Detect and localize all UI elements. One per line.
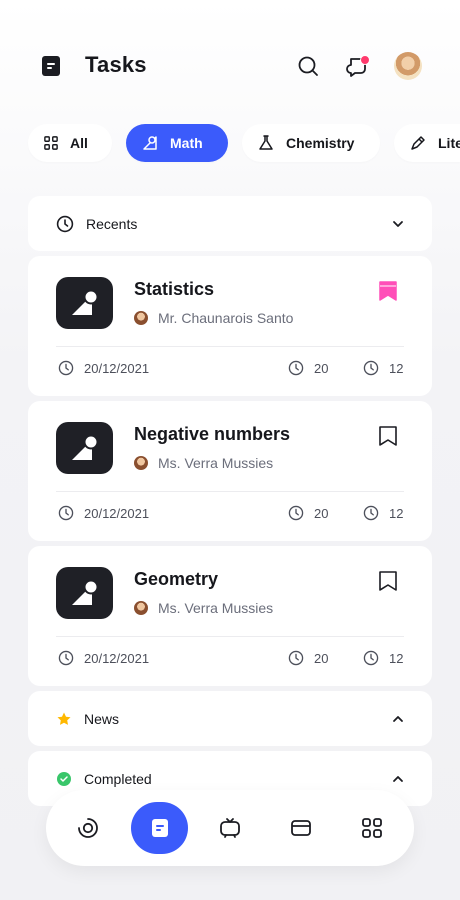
document-icon (42, 56, 60, 76)
task-icon (56, 422, 113, 474)
task-date: 20/12/2021 (58, 360, 149, 376)
chevron-up-icon[interactable] (392, 713, 404, 725)
teacher-name: Mr. Chaunarois Santo (158, 310, 294, 326)
clock-icon (363, 360, 379, 376)
task-count-a: 20 (288, 505, 328, 521)
count-a-text: 20 (314, 650, 329, 666)
task-card-geometry[interactable]: Geometry Ms. Verra Mussies 20/12/2021 20… (28, 546, 432, 686)
notification-dot (360, 55, 370, 65)
pencil-icon (411, 136, 425, 150)
teacher-name: Ms. Verra Mussies (158, 600, 274, 616)
clock-icon (58, 650, 74, 666)
count-a-text: 20 (314, 360, 329, 376)
task-date: 20/12/2021 (58, 650, 149, 666)
teacher: Mr. Chaunarois Santo (134, 310, 293, 326)
chip-label-math: Math (170, 135, 203, 151)
teacher: Ms. Verra Mussies (134, 455, 273, 471)
nav-tasks-button[interactable] (131, 802, 188, 854)
recents-label: Recents (86, 215, 138, 232)
teacher-avatar (134, 601, 148, 615)
grid-icon (44, 136, 58, 150)
divider (56, 636, 404, 637)
teacher-avatar (134, 456, 148, 470)
task-count-b: 12 (363, 505, 403, 521)
document-icon (151, 819, 168, 837)
count-a-text: 20 (314, 505, 329, 521)
date-text: 20/12/2021 (84, 505, 150, 521)
clock-icon (58, 360, 74, 376)
date-text: 20/12/2021 (84, 650, 150, 666)
avatar[interactable] (394, 52, 422, 80)
check-circle-icon (57, 771, 71, 786)
recents-row[interactable]: Recents (28, 196, 432, 251)
task-title: Statistics (134, 279, 215, 299)
task-title: Negative numbers (134, 424, 291, 444)
teacher: Ms. Verra Mussies (134, 600, 273, 616)
clock-icon (288, 505, 304, 521)
count-b-text: 12 (389, 360, 404, 376)
chip-label-chemistry: Chemistry (286, 135, 355, 151)
clock-icon (363, 650, 379, 666)
date-text: 20/12/2021 (84, 360, 150, 376)
chevron-up-icon[interactable] (392, 773, 404, 785)
chip-math[interactable]: Math (126, 124, 228, 162)
task-title: Geometry (134, 569, 219, 589)
search-icon[interactable] (296, 54, 320, 78)
target-icon[interactable] (76, 816, 100, 840)
task-card-negative-numbers[interactable]: Negative numbers Ms. Verra Mussies 20/12… (28, 401, 432, 541)
page-title: Tasks (85, 52, 147, 77)
bottom-nav (46, 790, 414, 866)
task-count-b: 12 (363, 650, 403, 666)
filter-chips: All Math Chemistry Lite (0, 124, 460, 162)
chip-label-lite: Lite (438, 135, 460, 151)
chip-lite[interactable]: Lite (394, 124, 460, 162)
apps-icon[interactable] (360, 816, 384, 840)
card-icon[interactable] (289, 816, 313, 840)
clock-icon (56, 215, 74, 232)
news-label: News (84, 710, 120, 727)
task-count-a: 20 (288, 360, 328, 376)
chip-chemistry[interactable]: Chemistry (242, 124, 380, 162)
task-count-a: 20 (288, 650, 328, 666)
header: Tasks (0, 0, 460, 110)
tv-icon[interactable] (218, 816, 242, 840)
teacher-name: Ms. Verra Mussies (158, 455, 274, 471)
clock-icon (288, 360, 304, 376)
clock-icon (288, 650, 304, 666)
divider (56, 491, 404, 492)
chip-label-all: All (70, 135, 88, 151)
bookmark-icon[interactable] (378, 425, 398, 447)
star-icon (57, 712, 71, 725)
news-section[interactable]: News (28, 691, 432, 746)
bookmark-icon-filled[interactable] (378, 280, 398, 302)
chevron-down-icon[interactable] (392, 218, 404, 230)
divider (56, 346, 404, 347)
clock-icon (58, 505, 74, 521)
chip-all[interactable]: All (28, 124, 112, 162)
news-row[interactable]: News (28, 691, 432, 746)
task-icon (56, 567, 113, 619)
task-count-b: 12 (363, 360, 403, 376)
task-icon (56, 277, 113, 329)
bookmark-icon[interactable] (378, 570, 398, 592)
clock-icon (363, 505, 379, 521)
task-card-statistics[interactable]: Statistics Mr. Chaunarois Santo 20/12/20… (28, 256, 432, 396)
completed-label: Completed (84, 770, 152, 787)
task-date: 20/12/2021 (58, 505, 149, 521)
flask-icon (259, 135, 273, 150)
recents-section[interactable]: Recents (28, 196, 432, 251)
shapes-icon (143, 136, 157, 150)
teacher-avatar (134, 311, 148, 325)
count-b-text: 12 (389, 505, 404, 521)
count-b-text: 12 (389, 650, 404, 666)
